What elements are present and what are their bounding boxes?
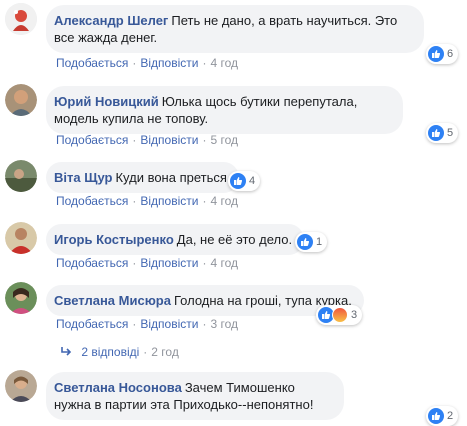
comment-text: Куди вона преться bbox=[115, 170, 227, 185]
comment-author[interactable]: Светлана Мисюра bbox=[54, 293, 171, 308]
comment-actions: Подобається · Відповісти · 4 год bbox=[56, 56, 238, 70]
like-icon bbox=[230, 173, 246, 189]
comment-text: Да, не её это дело. bbox=[176, 232, 293, 247]
comment-time[interactable]: 4 год bbox=[210, 194, 238, 208]
comment-time[interactable]: 4 год bbox=[210, 256, 238, 270]
view-replies[interactable]: 2 відповіді · 2 год bbox=[60, 345, 179, 359]
reply-link[interactable]: Відповісти bbox=[140, 133, 198, 147]
reaction-count[interactable]: 4 bbox=[228, 171, 261, 191]
reaction-count[interactable]: 6 bbox=[426, 44, 459, 64]
comment-actions: Подобається · Відповісти · 3 год bbox=[56, 317, 238, 331]
comment-time[interactable]: 4 год bbox=[210, 56, 238, 70]
reply-link[interactable]: Відповісти bbox=[140, 256, 198, 270]
comment-author[interactable]: Віта Щур bbox=[54, 170, 112, 185]
like-link[interactable]: Подобається bbox=[56, 133, 128, 147]
comment-author[interactable]: Юрий Новицкий bbox=[54, 94, 159, 109]
comment-bubble: Игорь Костыренко Да, не её это дело. bbox=[46, 224, 305, 255]
reply-link[interactable]: Відповісти bbox=[140, 194, 198, 208]
like-link[interactable]: Подобається bbox=[56, 317, 128, 331]
comment-bubble: Віта Щур Куди вона преться bbox=[46, 162, 239, 193]
comment-author[interactable]: Александр Шелег bbox=[54, 13, 168, 28]
reply-arrow-icon bbox=[60, 345, 75, 359]
avatar[interactable] bbox=[5, 84, 37, 116]
like-icon bbox=[428, 125, 444, 141]
reply-link[interactable]: Відповісти bbox=[140, 56, 198, 70]
avatar[interactable] bbox=[5, 160, 37, 192]
avatar[interactable] bbox=[5, 222, 37, 254]
comment-author[interactable]: Игорь Костыренко bbox=[54, 232, 174, 247]
avatar[interactable] bbox=[5, 3, 37, 35]
replies-time[interactable]: 2 год bbox=[151, 345, 179, 359]
like-link[interactable]: Подобається bbox=[56, 256, 128, 270]
comment-actions: Подобається · Відповісти · 4 год bbox=[56, 256, 238, 270]
comment-actions: Подобається · Відповісти · 5 год bbox=[56, 133, 238, 147]
like-link[interactable]: Подобається bbox=[56, 56, 128, 70]
comment-bubble: Светлана Носонова Зачем Тимошенко нужна в… bbox=[46, 372, 344, 420]
avatar[interactable] bbox=[5, 282, 37, 314]
avatar[interactable] bbox=[5, 370, 37, 402]
comment-time[interactable]: 5 год bbox=[210, 133, 238, 147]
comment-actions: Подобається · Відповісти · 4 год bbox=[56, 194, 238, 208]
comment-time[interactable]: 3 год bbox=[210, 317, 238, 331]
comment-bubble: Юрий Новицкий Юлька щось бутики перепутал… bbox=[46, 86, 403, 134]
like-link[interactable]: Подобається bbox=[56, 194, 128, 208]
angry-icon bbox=[332, 307, 348, 323]
like-icon bbox=[297, 234, 313, 250]
like-icon bbox=[428, 408, 444, 424]
replies-count-link[interactable]: 2 відповіді bbox=[81, 345, 139, 359]
comment-author[interactable]: Светлана Носонова bbox=[54, 380, 182, 395]
like-icon bbox=[428, 46, 444, 62]
reaction-count[interactable]: 3 bbox=[316, 305, 363, 325]
reaction-count[interactable]: 1 bbox=[295, 232, 328, 252]
comment-bubble: Александр Шелег Петь не дано, а врать нау… bbox=[46, 5, 424, 53]
reply-link[interactable]: Відповісти bbox=[140, 317, 198, 331]
reaction-count[interactable]: 2 bbox=[426, 406, 459, 426]
reaction-count[interactable]: 5 bbox=[426, 123, 459, 143]
